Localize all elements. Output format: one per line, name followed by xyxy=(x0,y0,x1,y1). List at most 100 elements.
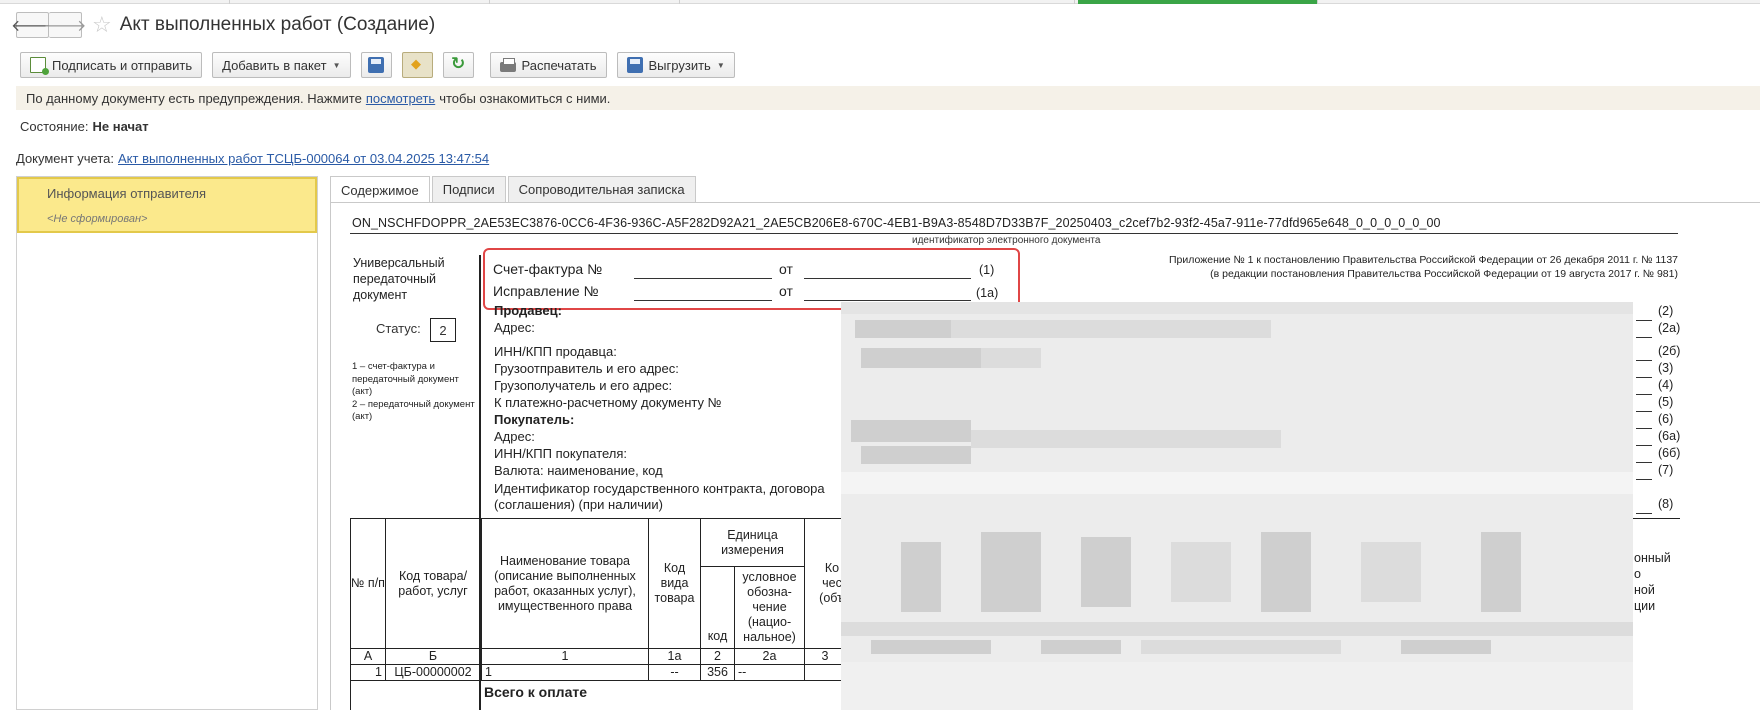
table-colnum: 2 xyxy=(701,649,735,665)
window-tab[interactable] xyxy=(0,0,230,4)
status-note: 1 – счет-фактура и передаточный документ… xyxy=(352,361,480,424)
row-number: (2б) xyxy=(1658,344,1681,358)
warning-bar: По данному документу есть предупреждения… xyxy=(16,86,1760,110)
seller-inn-label: ИНН/КПП продавца: xyxy=(494,344,617,359)
window-tab[interactable] xyxy=(680,0,1075,4)
divider xyxy=(1636,513,1652,514)
seller-label: Продавец: xyxy=(494,303,562,318)
warning-view-link[interactable]: посмотреть xyxy=(366,91,435,106)
docref-label: Документ учета: xyxy=(16,151,115,166)
refresh-button[interactable] xyxy=(442,52,474,78)
add-package-label: Добавить в пакет xyxy=(222,57,327,73)
table-cell-name: 1 xyxy=(481,665,649,681)
table-cell-code: ЦБ-00000002 xyxy=(386,665,481,681)
divider xyxy=(350,233,1678,234)
state-label: Состояние: xyxy=(20,119,89,134)
page-title: Акт выполненных работ (Создание) xyxy=(119,14,436,35)
buyer-address-label: Адрес: xyxy=(494,429,535,444)
table-header-cut-right: онный о ной ции xyxy=(1634,551,1671,613)
add-package-button[interactable]: Добавить в пакет ▼ xyxy=(212,52,351,78)
seller-address-label: Адрес: xyxy=(494,320,535,335)
divider xyxy=(1636,428,1652,429)
export-disk-icon xyxy=(626,57,643,73)
print-label: Распечатать xyxy=(521,57,597,73)
sender-info-title: Информация отправителя xyxy=(47,186,207,201)
table-colnum: 3 xyxy=(805,649,845,665)
window-tab[interactable] xyxy=(490,0,680,4)
upd-title: Универсальный передаточный документ xyxy=(353,256,445,302)
divider xyxy=(1636,320,1652,321)
forward-button[interactable]: 🡒 xyxy=(44,12,86,38)
row-number: (2) xyxy=(1658,304,1674,318)
redacted-region xyxy=(841,302,1633,710)
save-button[interactable] xyxy=(360,52,392,78)
table-header-unit: Единица измерения xyxy=(701,519,805,567)
sender-info-item[interactable]: Информация отправителя <Не сформирован> xyxy=(17,177,317,233)
annex-note: Приложение № 1 к постановлению Правитель… xyxy=(1169,253,1678,281)
divider xyxy=(1636,377,1652,378)
table-header-kind: Код вида товара xyxy=(649,519,701,649)
row-number: (7) xyxy=(1658,463,1674,477)
table-cell xyxy=(805,665,845,681)
divider xyxy=(1636,479,1652,480)
window-tab-strip xyxy=(0,0,1760,4)
arrow-right-icon: 🡒 xyxy=(43,17,87,35)
annex-line-1: Приложение № 1 к постановлению Правитель… xyxy=(1168,254,1678,266)
sign-send-button[interactable]: Подписать и отправить xyxy=(20,52,203,78)
save-disk-icon xyxy=(368,57,384,73)
content-tabs: Содержимое Подписи Сопроводительная запи… xyxy=(330,176,698,203)
table-header-qty: Ко чес (объ xyxy=(805,519,845,649)
electronic-document-id: ON_NSCHFDOPPR_2AE53EC3876-0CC6-4F36-936C… xyxy=(352,216,1441,230)
row-number: (8) xyxy=(1658,497,1674,511)
divider xyxy=(1636,394,1652,395)
shipper-label: Грузоотправитель и его адрес: xyxy=(494,361,679,376)
table-cell-num: 1 xyxy=(351,665,386,681)
print-button[interactable]: Распечатать xyxy=(489,52,607,78)
state-value: Не начат xyxy=(92,119,149,134)
status-note-2: 2 – передаточный документ (акт) xyxy=(352,398,475,423)
status-note-1: 1 – счет-фактура и передаточный документ… xyxy=(352,361,459,397)
tab-content[interactable]: Содержимое xyxy=(330,176,430,203)
export-label: Выгрузить xyxy=(648,57,711,73)
sign-document-icon xyxy=(30,57,49,75)
table-cell-kind: -- xyxy=(649,665,701,681)
window-tab[interactable] xyxy=(230,0,490,4)
divider xyxy=(1636,445,1652,446)
structure-button[interactable] xyxy=(401,52,433,78)
divider xyxy=(1636,360,1652,361)
tab-cover-note[interactable]: Сопроводительная записка xyxy=(507,176,696,202)
favorite-star-icon[interactable]: ☆ xyxy=(92,12,112,38)
total-label: Всего к оплате xyxy=(484,684,587,700)
table-header-name: Наименование товара (описание выполненны… xyxy=(481,519,649,649)
toolbar: Подписать и отправить Добавить в пакет ▼… xyxy=(20,52,745,78)
table-colnum: А xyxy=(351,649,386,665)
refresh-icon xyxy=(450,54,466,74)
table-header-unit-code: код xyxy=(701,567,735,649)
contract-label-1: Идентификатор государственного контракта… xyxy=(494,481,825,496)
docref-link[interactable]: Акт выполненных работ ТСЦБ-000064 от 03.… xyxy=(118,151,489,166)
table-header-num: № п/п xyxy=(351,519,386,649)
table-colnum: Б xyxy=(386,649,481,665)
structure-icon xyxy=(409,56,425,73)
row-number: (6) xyxy=(1658,412,1674,426)
row-number: (5) xyxy=(1658,395,1674,409)
table-colnum: 2а xyxy=(735,649,805,665)
status-value: 2 xyxy=(430,318,456,342)
document-reference: Документ учета: Акт выполненных работ ТСЦ… xyxy=(16,151,489,166)
warning-text: По данному документу есть предупреждения… xyxy=(26,90,362,106)
table-header-code: Код товара/ работ, услуг xyxy=(386,519,481,649)
buyer-label: Покупатель: xyxy=(494,412,575,427)
tab-signatures[interactable]: Подписи xyxy=(431,176,506,202)
chevron-down-icon: ▼ xyxy=(716,60,725,70)
document-id-caption: идентификатор электронного документа xyxy=(912,235,1101,246)
row-number: (4) xyxy=(1658,378,1674,392)
window-tab-active[interactable] xyxy=(1078,0,1318,4)
state-row: Состояние: Не начат xyxy=(20,119,149,134)
highlight-box xyxy=(483,248,1020,310)
export-button[interactable]: Выгрузить ▼ xyxy=(616,52,735,78)
annex-line-2: (в редакции постановления Правительства … xyxy=(1210,268,1678,280)
buyer-inn-label: ИНН/КПП покупателя: xyxy=(494,446,628,461)
table-header-unit-symbol: условное обозна-чение (нацио-нальное) xyxy=(735,567,805,649)
table-cell-unit-code: 356 xyxy=(701,665,735,681)
printer-icon xyxy=(499,58,516,72)
